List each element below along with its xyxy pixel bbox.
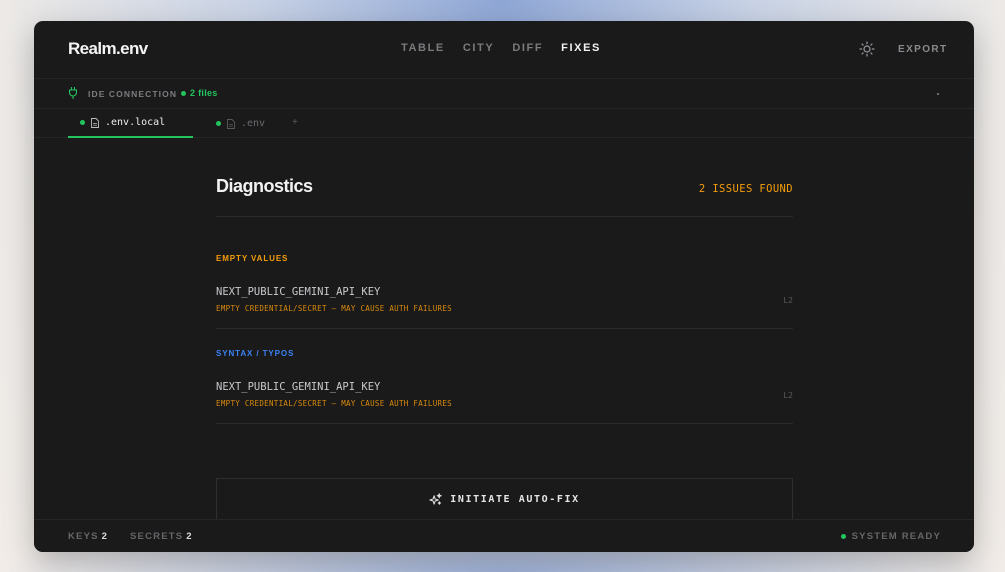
issue-line-number: L2 xyxy=(783,296,793,305)
issue-message: EMPTY CREDENTIAL/SECRET — MAY CAUSE AUTH… xyxy=(216,304,452,313)
file-tab-env-local[interactable]: .env.local xyxy=(68,109,193,138)
issue-line-number: L2 xyxy=(783,391,793,400)
issue-key: NEXT_PUBLIC_GEMINI_API_KEY xyxy=(216,381,381,393)
sparkles-icon xyxy=(429,493,442,505)
file-icon xyxy=(91,117,99,128)
issue-row[interactable]: NEXT_PUBLIC_GEMINI_API_KEY EMPTY CREDENT… xyxy=(216,378,793,424)
tab-status-dot xyxy=(80,120,85,125)
file-icon xyxy=(227,118,235,129)
tab-label: .env.local xyxy=(105,117,166,128)
connection-status-dot xyxy=(181,91,186,96)
auto-fix-button[interactable]: INITIATE AUTO-FIX xyxy=(216,478,793,524)
secrets-count: 2 xyxy=(186,531,193,542)
page-title: Diagnostics xyxy=(216,176,313,196)
issues-count-badge: 2 ISSUES FOUND xyxy=(698,183,793,195)
section-label-syntax-typos: SYNTAX / TYPOS xyxy=(216,349,295,358)
brand-logo: Realm.env xyxy=(68,39,148,58)
system-status: SYSTEM READY xyxy=(840,531,941,542)
nav-tab-table[interactable]: TABLE xyxy=(401,42,445,54)
ide-connection-label: IDE CONNECTION xyxy=(88,89,178,99)
ide-menu-dot[interactable] xyxy=(937,93,939,95)
export-button[interactable]: EXPORT xyxy=(898,44,948,55)
header: Realm.env TABLE CITY DIFF FIXES EXPORT xyxy=(34,21,974,79)
tab-label: .env xyxy=(241,118,266,129)
nav-tab-city[interactable]: CITY xyxy=(463,42,494,54)
app-window: Realm.env TABLE CITY DIFF FIXES EXPORT I… xyxy=(34,21,974,552)
add-tab-button[interactable]: + xyxy=(292,117,298,128)
status-bar: KEYS 2 SECRETS 2 SYSTEM READY xyxy=(34,519,974,552)
tab-status-dot xyxy=(216,121,221,126)
auto-fix-label: INITIATE AUTO-FIX xyxy=(450,494,580,505)
plug-icon xyxy=(68,87,78,99)
issue-message: EMPTY CREDENTIAL/SECRET — MAY CAUSE AUTH… xyxy=(216,399,452,408)
file-tabs: .env.local .env + xyxy=(34,109,974,138)
keys-count: 2 xyxy=(101,531,109,542)
nav-tab-diff[interactable]: DIFF xyxy=(512,42,543,54)
secrets-stat: SECRETS 2 xyxy=(130,531,193,542)
keys-stat: KEYS 2 xyxy=(68,531,109,542)
issue-key: NEXT_PUBLIC_GEMINI_API_KEY xyxy=(216,286,381,298)
section-label-empty-values: EMPTY VALUES xyxy=(216,254,289,263)
nav-tab-fixes[interactable]: FIXES xyxy=(561,42,601,54)
connected-files-count: 2 files xyxy=(190,88,218,98)
ide-connection-bar: IDE CONNECTION 2 files xyxy=(34,79,974,109)
main-nav: TABLE CITY DIFF FIXES xyxy=(401,42,619,54)
sun-icon[interactable] xyxy=(859,41,875,57)
issue-row[interactable]: NEXT_PUBLIC_GEMINI_API_KEY EMPTY CREDENT… xyxy=(216,283,793,329)
status-dot xyxy=(840,534,846,539)
divider xyxy=(216,216,793,217)
file-tab-env[interactable]: .env xyxy=(204,109,274,138)
